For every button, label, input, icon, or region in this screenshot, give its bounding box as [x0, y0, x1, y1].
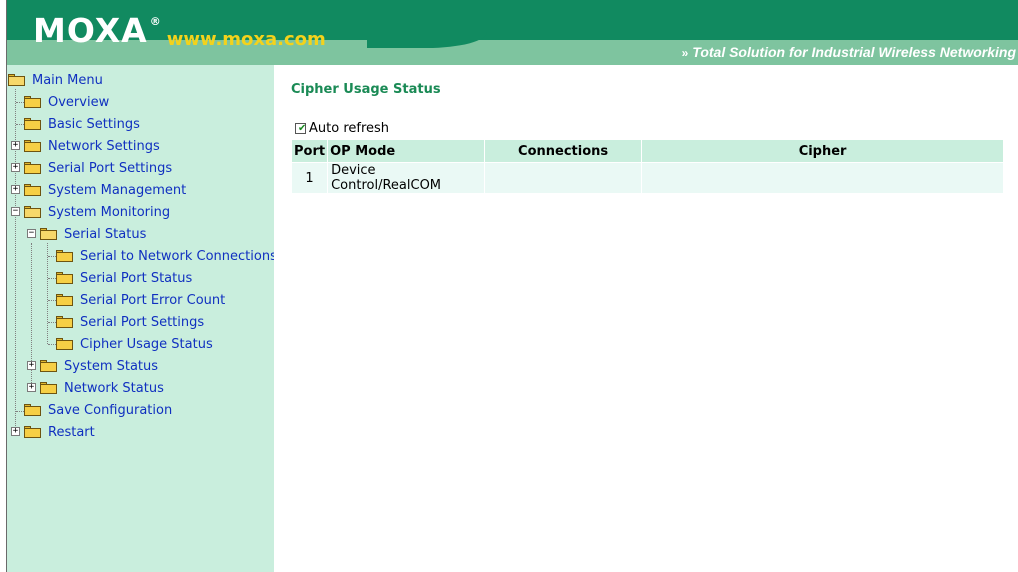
registered-mark: ®: [149, 15, 161, 28]
folder-icon: [40, 360, 57, 372]
sidebar-item-label: System Monitoring: [48, 204, 171, 220]
folder-icon: [40, 382, 57, 394]
tree-connector: [48, 300, 56, 301]
sidebar-item-label: Save Configuration: [48, 402, 173, 418]
tree-connector: [16, 102, 24, 103]
folder-icon: [24, 426, 41, 438]
sidebar-item-main-menu[interactable]: Main Menu: [8, 70, 103, 90]
cell-cipher: [642, 163, 1004, 193]
sidebar-item-label: Network Status: [64, 380, 164, 396]
sidebar-item-label: Cipher Usage Status: [80, 336, 213, 352]
sidebar-item-label: Main Menu: [32, 72, 103, 88]
folder-icon: [56, 338, 73, 350]
page-title: Cipher Usage Status: [291, 82, 441, 97]
column-header-op-mode: OP Mode: [328, 140, 485, 162]
sidebar-item-label: Serial Port Error Count: [80, 292, 226, 308]
header-banner: MOXA ® www.moxa.com » Total Solution for …: [7, 0, 1018, 65]
sidebar-item-label: Basic Settings: [48, 116, 140, 132]
open-folder-icon: [8, 74, 25, 86]
tree-connector: [48, 278, 56, 279]
auto-refresh-label: Auto refresh: [309, 121, 390, 136]
sidebar-item-serial-port-status[interactable]: Serial Port Status: [56, 268, 192, 288]
auto-refresh-control[interactable]: ✔ Auto refresh: [295, 121, 389, 136]
sidebar-item-basic-settings[interactable]: Basic Settings: [24, 114, 140, 134]
tree-connector: [16, 411, 24, 412]
sidebar-item-serial-port-settings[interactable]: Serial Port Settings: [24, 158, 172, 178]
folder-icon: [24, 184, 41, 196]
sidebar-item-serial-port-settings-sub[interactable]: Serial Port Settings: [56, 312, 204, 332]
tree-connector: [48, 344, 56, 345]
sidebar-item-cipher-usage-status[interactable]: Cipher Usage Status: [56, 334, 213, 354]
sidebar-item-label: System Management: [48, 182, 187, 198]
column-header-port: Port: [292, 140, 328, 162]
collapse-icon[interactable]: −: [27, 229, 36, 238]
double-chevron-icon: »: [681, 46, 689, 60]
expand-icon[interactable]: +: [11, 185, 20, 194]
expand-icon[interactable]: +: [11, 427, 20, 436]
sidebar-item-network-status[interactable]: Network Status: [40, 378, 164, 398]
logo-wordmark: MOXA: [33, 11, 148, 50]
tree-guide-line: [47, 243, 48, 344]
expand-icon[interactable]: +: [11, 163, 20, 172]
expand-icon[interactable]: +: [27, 383, 36, 392]
cipher-usage-table: Port OP Mode Connections Cipher 1 Device…: [291, 139, 1004, 194]
sidebar-item-serial-port-error-count[interactable]: Serial Port Error Count: [56, 290, 225, 310]
sidebar-item-label: Serial Status: [64, 226, 147, 242]
sidebar-item-label: System Status: [64, 358, 159, 374]
sidebar-item-label: Restart: [48, 424, 95, 440]
cell-connections: [485, 163, 642, 193]
sidebar-item-label: Network Settings: [48, 138, 160, 154]
window-left-edge: [0, 0, 7, 572]
sidebar-item-serial-status[interactable]: Serial Status: [40, 224, 146, 244]
folder-icon: [56, 250, 73, 262]
sidebar-item-system-monitoring[interactable]: System Monitoring: [24, 202, 170, 222]
column-header-cipher: Cipher: [642, 140, 1004, 162]
collapse-icon[interactable]: −: [11, 207, 20, 216]
folder-icon: [24, 404, 41, 416]
sidebar-item-overview[interactable]: Overview: [24, 92, 109, 112]
table-header-row: Port OP Mode Connections Cipher: [292, 140, 1004, 162]
sidebar-item-label: Serial to Network Connections: [80, 248, 277, 264]
column-header-connections: Connections: [485, 140, 642, 162]
folder-icon: [56, 294, 73, 306]
tree-connector: [48, 256, 56, 257]
cell-port: 1: [292, 163, 328, 193]
sidebar-item-restart[interactable]: Restart: [24, 422, 95, 442]
expand-icon[interactable]: +: [27, 361, 36, 370]
folder-icon: [24, 162, 41, 174]
folder-icon: [56, 316, 73, 328]
cell-op-mode: Device Control/RealCOM: [328, 163, 485, 193]
tree-connector: [16, 124, 24, 125]
checkmark-icon: ✔: [298, 123, 307, 134]
sidebar-item-serial-to-network-connections[interactable]: Serial to Network Connections: [56, 246, 277, 266]
sidebar-item-system-status[interactable]: System Status: [40, 356, 158, 376]
folder-icon: [24, 118, 41, 130]
tagline: » Total Solution for Industrial Wireless …: [682, 44, 1016, 60]
moxa-logo[interactable]: MOXA ® www.moxa.com: [33, 11, 326, 51]
table-row: 1 Device Control/RealCOM: [292, 163, 1004, 193]
sidebar-item-network-settings[interactable]: Network Settings: [24, 136, 160, 156]
main-content: Cipher Usage Status ✔ Auto refresh Port …: [274, 65, 1018, 572]
folder-icon: [56, 272, 73, 284]
auto-refresh-checkbox[interactable]: ✔: [295, 123, 306, 134]
logo-url[interactable]: www.moxa.com: [167, 29, 326, 51]
open-folder-icon: [40, 228, 57, 240]
sidebar-item-system-management[interactable]: System Management: [24, 180, 186, 200]
sidebar-item-label: Serial Port Settings: [80, 314, 205, 330]
sidebar-item-label: Serial Port Status: [80, 270, 193, 286]
expand-icon[interactable]: +: [11, 141, 20, 150]
sidebar-item-save-configuration[interactable]: Save Configuration: [24, 400, 172, 420]
folder-icon: [24, 140, 41, 152]
open-folder-icon: [24, 206, 41, 218]
folder-icon: [24, 96, 41, 108]
sidebar-tree: Main Menu Overview Basic Settings + Netw…: [7, 65, 277, 572]
tagline-text: Total Solution for Industrial Wireless N…: [692, 44, 1016, 60]
sidebar-item-label: Serial Port Settings: [48, 160, 173, 176]
sidebar-item-label: Overview: [48, 94, 110, 110]
tree-connector: [48, 322, 56, 323]
